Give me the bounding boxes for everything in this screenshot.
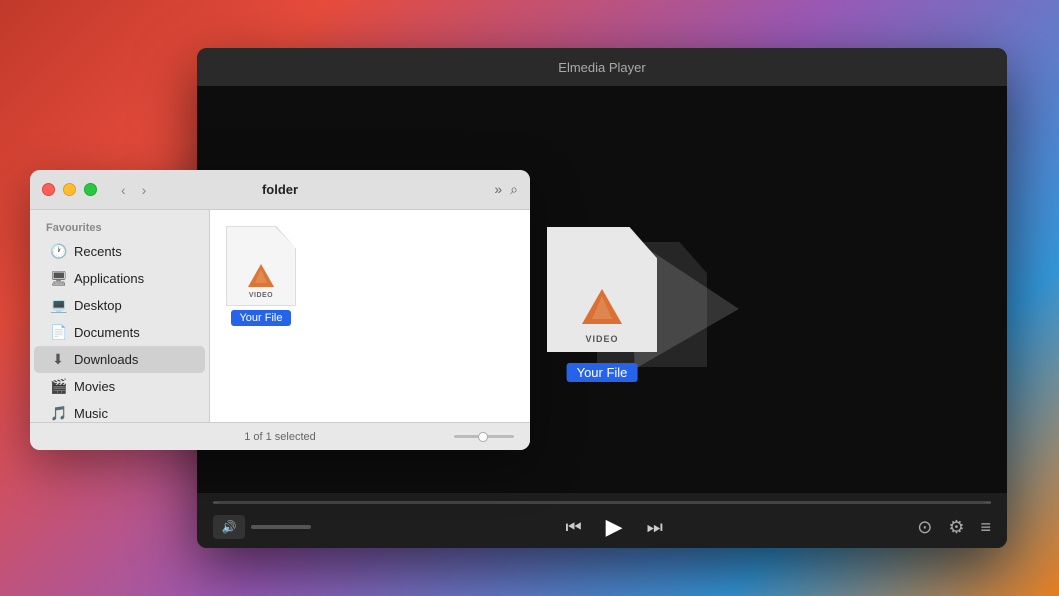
file-type-label: VIDEO <box>249 292 273 299</box>
zoom-slider[interactable] <box>454 435 514 438</box>
sidebar-item-label-documents: Documents <box>74 325 140 340</box>
downloads-icon: ⬇ <box>50 351 66 368</box>
maximize-button[interactable] <box>84 183 97 196</box>
slider-thumb <box>478 432 488 442</box>
playlist-button[interactable]: ≡ <box>980 517 991 538</box>
volume-bar[interactable] <box>251 525 311 529</box>
status-text: 1 of 1 selected <box>244 431 316 443</box>
progress-bar[interactable]: – – <box>213 501 991 504</box>
progress-right: – <box>985 497 991 508</box>
sidebar-item-label-applications: Applications <box>74 271 144 286</box>
sidebar-item-label-music: Music <box>74 406 108 421</box>
search-button[interactable]: ⌕ <box>510 181 518 198</box>
file-name-badge: Your File <box>231 310 290 326</box>
sidebar-item-documents[interactable]: 📄 Documents <box>34 319 205 346</box>
documents-icon: 📄 <box>50 324 66 341</box>
sidebar-item-label-desktop: Desktop <box>74 298 122 313</box>
sidebar-item-label-movies: Movies <box>74 379 115 394</box>
file-icon-fold <box>275 227 295 247</box>
sidebar-item-label-downloads: Downloads <box>74 352 138 367</box>
right-controls: ⊙ ⚙ ≡ <box>917 517 991 538</box>
sidebar-item-music[interactable]: 🎵 Music <box>34 400 205 422</box>
slider-track[interactable] <box>454 435 514 438</box>
more-actions-button[interactable]: » <box>494 181 502 198</box>
forward-arrow[interactable]: › <box>138 180 151 200</box>
recents-icon: 🕐 <box>50 243 66 260</box>
finder-titlebar: ‹ › folder » ⌕ <box>30 170 530 210</box>
sidebar-item-recents[interactable]: 🕐 Recents <box>34 238 205 265</box>
settings-button[interactable]: ⚙ <box>948 517 964 538</box>
player-titlebar: Elmedia Player <box>197 48 1007 86</box>
volume-icon: 🔊 <box>222 520 237 534</box>
movies-icon: 🎬 <box>50 378 66 395</box>
music-icon: 🎵 <box>50 405 66 422</box>
player-title: Elmedia Player <box>558 60 645 75</box>
sidebar-item-desktop[interactable]: 💻 Desktop <box>34 292 205 319</box>
back-arrow[interactable]: ‹ <box>117 180 130 200</box>
file-icon: VIDEO <box>226 226 296 306</box>
player-file-type: VIDEO <box>585 334 618 344</box>
volume-button[interactable]: 🔊 <box>213 515 245 539</box>
player-file-label: Your File <box>567 363 638 382</box>
finder-actions: » ⌕ <box>494 181 518 198</box>
progress-left: – <box>213 497 219 508</box>
finder-window: ‹ › folder » ⌕ Favourites 🕐 Recents 🖥 Ap… <box>30 170 530 450</box>
player-controls: – – 🔊 ⏮ ▶ ⏭ ⊙ ⚙ ≡ <box>197 493 1007 548</box>
sidebar-section-label: Favourites <box>30 218 209 238</box>
finder-folder-name: folder <box>262 182 298 197</box>
close-button[interactable] <box>42 183 55 196</box>
finder-nav: ‹ › <box>117 180 150 200</box>
player-file-icon: VIDEO <box>547 227 657 352</box>
next-button[interactable]: ⏭ <box>647 517 663 538</box>
finder-body: Favourites 🕐 Recents 🖥 Applications 💻 De… <box>30 210 530 422</box>
applications-icon: 🖥 <box>50 270 66 287</box>
sidebar-item-applications[interactable]: 🖥 Applications <box>34 265 205 292</box>
file-item[interactable]: VIDEO Your File <box>226 226 296 326</box>
controls-row: 🔊 ⏮ ▶ ⏭ ⊙ ⚙ ≡ <box>213 514 991 540</box>
playback-controls: ⏮ ▶ ⏭ <box>565 514 662 540</box>
finder-sidebar: Favourites 🕐 Recents 🖥 Applications 💻 De… <box>30 210 210 422</box>
sidebar-item-label-recents: Recents <box>74 244 122 259</box>
volume-section: 🔊 <box>213 515 311 539</box>
desktop-icon: 💻 <box>50 297 66 314</box>
finder-statusbar: 1 of 1 selected <box>30 422 530 450</box>
finder-content: VIDEO Your File <box>210 210 530 422</box>
sidebar-item-downloads[interactable]: ⬇ Downloads <box>34 346 205 373</box>
sidebar-item-movies[interactable]: 🎬 Movies <box>34 373 205 400</box>
file-icon-logo <box>245 261 277 289</box>
minimize-button[interactable] <box>63 183 76 196</box>
prev-button[interactable]: ⏮ <box>565 517 581 538</box>
play-button[interactable]: ▶ <box>606 514 623 540</box>
airplay-button[interactable]: ⊙ <box>917 517 932 538</box>
